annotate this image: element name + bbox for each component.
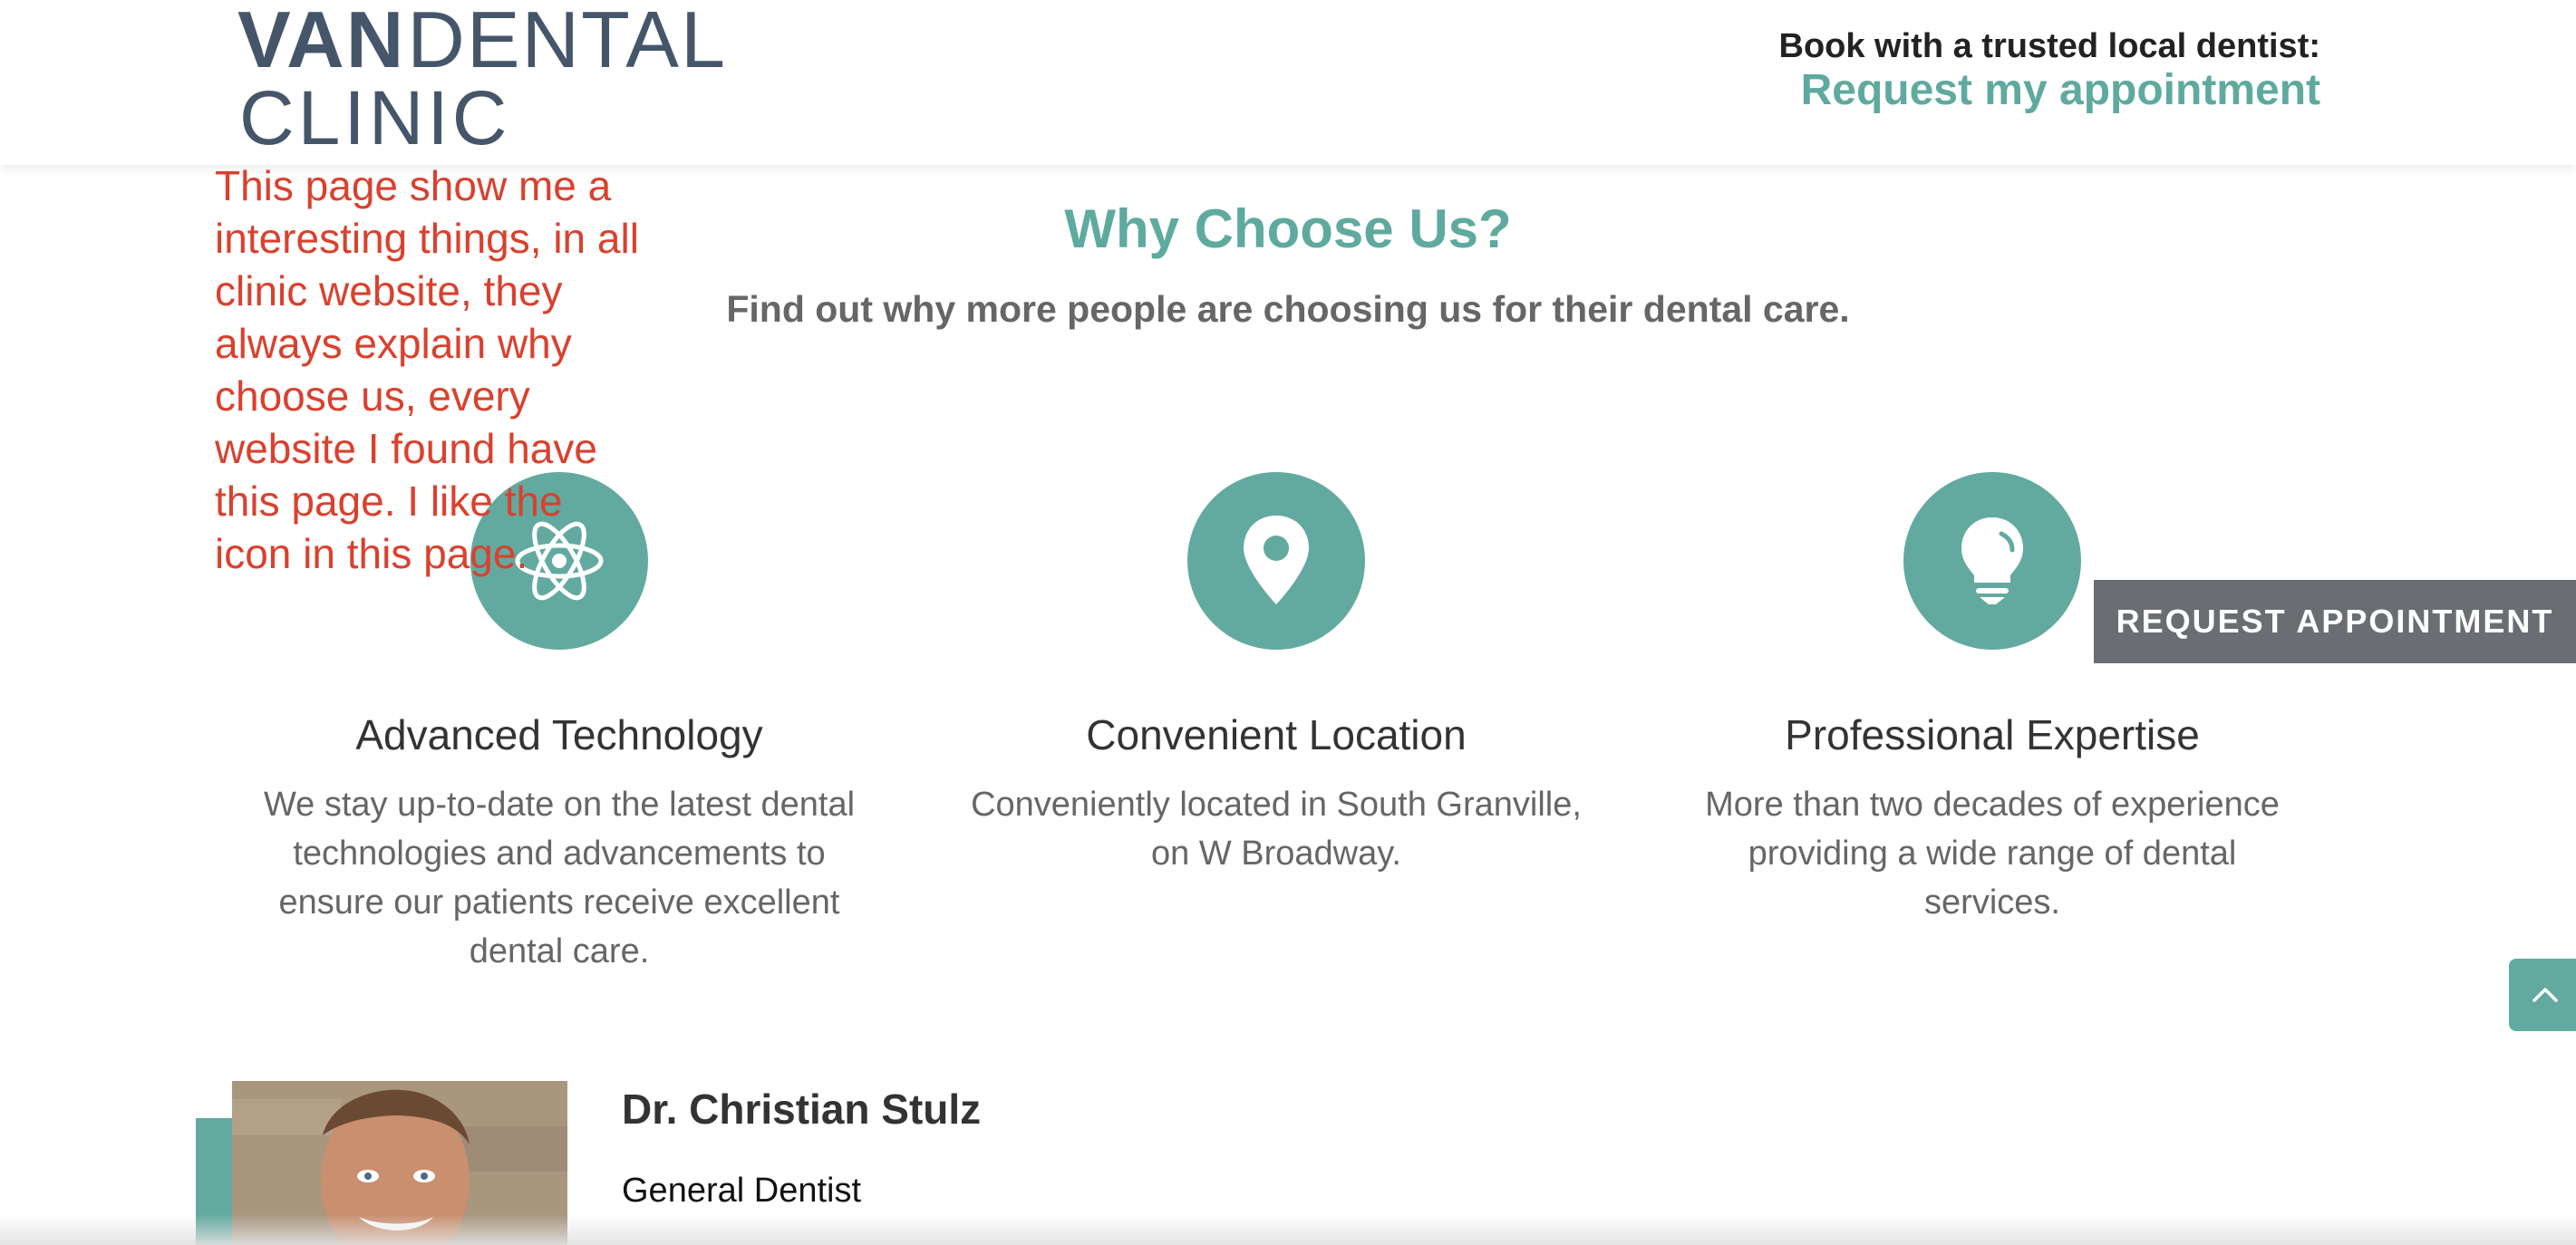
booking-cta: Book with a trusted local dentist: Reque… — [1779, 27, 2321, 116]
logo-van: VAN — [237, 0, 406, 84]
request-appointment-link[interactable]: Request my appointment — [1779, 65, 2320, 116]
scroll-to-top-button[interactable] — [2509, 959, 2576, 1031]
logo-clinic: CLINIC — [239, 75, 511, 160]
site-header: VANDENTAL CLINIC Book with a trusted loc… — [0, 0, 2576, 165]
bottom-shadow — [0, 1214, 2576, 1245]
user-annotation: This page show me a interesting things, … — [215, 162, 639, 577]
chevron-up-icon — [2532, 988, 2558, 1002]
feature-description: Conveniently located in South Granville,… — [971, 786, 1582, 873]
location-pin-icon — [1244, 516, 1309, 604]
lightbulb-icon — [1961, 517, 2023, 604]
logo-dental: DENTAL — [407, 0, 727, 84]
dentist-role: General Dentist — [622, 1172, 862, 1210]
booking-tagline: Book with a trusted local dentist: — [1778, 27, 2321, 65]
feature-icon-circle — [1187, 472, 1365, 650]
logo-line-1: VANDENTAL — [237, 0, 727, 80]
dentist-name: Dr. Christian Stulz — [622, 1086, 982, 1133]
feature-title: Professional Expertise — [1785, 711, 2200, 758]
feature-title: Advanced Technology — [355, 711, 763, 758]
feature-title: Convenient Location — [1086, 711, 1467, 758]
feature-description: We stay up-to-date on the latest dental … — [263, 786, 856, 970]
request-appointment-button[interactable]: REQUEST APPOINTMENT — [2094, 580, 2576, 663]
feature-icon-circle — [1903, 472, 2081, 650]
feature-description: More than two decades of experience prov… — [1705, 786, 2280, 922]
